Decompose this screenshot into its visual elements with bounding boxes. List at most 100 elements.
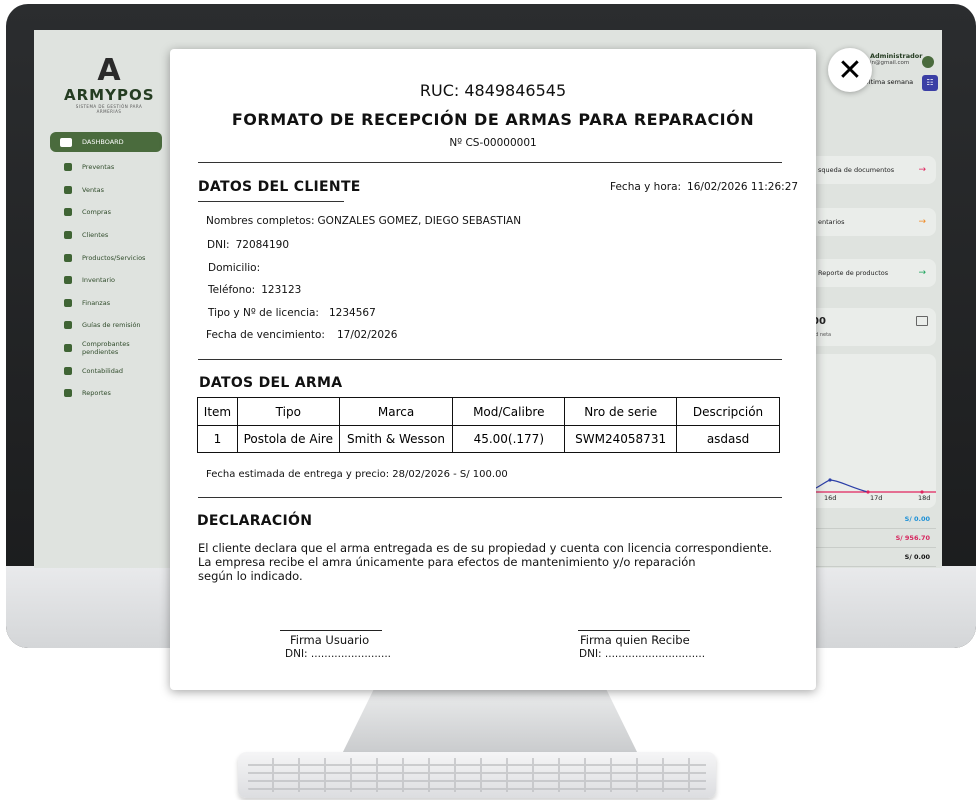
ruc: RUC: 4849846545 bbox=[419, 81, 567, 100]
datetime: Fecha y hora: 16/02/2026 11:26:27 bbox=[610, 181, 799, 193]
logo-name: ARMYPOS bbox=[64, 86, 155, 104]
client-dni-value: 72084190 bbox=[235, 239, 290, 251]
cell-serie: SWM24058731 bbox=[564, 425, 678, 453]
sidebar-item-guias[interactable]: Guías de remisión bbox=[50, 314, 162, 337]
datetime-value: 16/02/2026 11:26:27 bbox=[687, 181, 799, 193]
section-underline bbox=[198, 201, 344, 202]
sidebar-item-reportes[interactable]: Reportes bbox=[50, 382, 162, 405]
arrow-right-icon: → bbox=[918, 165, 926, 175]
client-phone-value: 123123 bbox=[261, 284, 302, 296]
column-header: Mod/Calibre bbox=[452, 397, 566, 426]
logo: A ARMYPOS SISTEMA DE GESTIÓN PARA ARMERI… bbox=[64, 56, 155, 115]
client-address: Domicilio: bbox=[208, 262, 261, 274]
divider bbox=[198, 497, 782, 498]
license-expiry: Fecha de vencimiento: 17/02/2026 bbox=[206, 329, 398, 341]
box-icon bbox=[64, 253, 72, 262]
sidebar: A ARMYPOS SISTEMA DE GESTIÓN PARA ARMERI… bbox=[34, 30, 170, 568]
declaration-title: DECLARACIÓN bbox=[197, 513, 313, 529]
quick-action-reporte-productos[interactable]: Reporte de productos → bbox=[808, 259, 936, 287]
divider bbox=[198, 162, 782, 163]
client-license: Tipo y Nº de licencia: 1234567 bbox=[208, 307, 376, 319]
client-name: Nombres completos: GONZALES GOMEZ, DIEGO … bbox=[206, 215, 522, 227]
sidebar-item-comprobantes[interactable]: Comprobantes pendientes bbox=[50, 337, 162, 360]
total-row: S/ 956.70 bbox=[808, 529, 936, 548]
client-dni: DNI: 72084190 bbox=[207, 239, 290, 251]
delivery-estimate: Fecha estimada de entrega y precio: 28/0… bbox=[206, 469, 508, 480]
sidebar-item-ventas[interactable]: Ventas bbox=[50, 179, 162, 202]
money-card: 00 ad neta bbox=[808, 308, 936, 346]
column-header: Marca bbox=[338, 397, 454, 426]
sidebar-item-productos[interactable]: Productos/Servicios bbox=[50, 246, 162, 269]
receiver-signature-label: Firma quien Recibe bbox=[580, 633, 690, 647]
x-tick: 17d bbox=[870, 494, 883, 502]
column-header: Nro de serie bbox=[564, 397, 678, 426]
user-signature-label: Firma Usuario bbox=[290, 633, 370, 647]
table-header-row: Item Tipo Marca Mod/Calibre Nro de serie… bbox=[197, 397, 780, 426]
sidebar-item-dashboard[interactable]: DASHBOARD bbox=[50, 132, 162, 152]
divider bbox=[198, 359, 782, 360]
total-row: S/ 0.00 bbox=[808, 510, 936, 529]
client-section-title: DATOS DEL CLIENTE bbox=[198, 179, 361, 195]
repair-form-modal: RUC: 4849846545 FORMATO DE RECEPCIÓN DE … bbox=[170, 49, 816, 690]
avatar[interactable] bbox=[922, 56, 934, 68]
receiver-signature-dni: DNI: .............................. bbox=[579, 648, 706, 660]
sales-chart: 16d 17d 18d bbox=[808, 354, 936, 508]
cell-marca: Smith & Wesson bbox=[338, 425, 454, 453]
weapon-table: Item Tipo Marca Mod/Calibre Nro de serie… bbox=[197, 397, 780, 453]
license-expiry-value: 17/02/2026 bbox=[336, 329, 398, 341]
quick-action-documentos[interactable]: squeda de documentos → bbox=[808, 156, 936, 184]
close-button[interactable]: ✕ bbox=[828, 48, 872, 92]
cash-icon bbox=[916, 316, 928, 326]
data-point bbox=[828, 478, 832, 482]
basket-icon bbox=[64, 208, 72, 217]
series-line-sales bbox=[808, 479, 869, 493]
column-header: Item bbox=[197, 397, 238, 426]
sidebar-item-inventario[interactable]: Inventario bbox=[50, 269, 162, 292]
arrow-right-icon: → bbox=[918, 268, 926, 278]
filter-icon[interactable]: ☷ bbox=[922, 75, 938, 91]
x-tick: 16d bbox=[824, 494, 837, 502]
signature-line bbox=[280, 630, 382, 631]
declaration-text: El cliente declara que el arma entregada… bbox=[198, 541, 773, 583]
client-name-value: GONZALES GOMEZ, DIEGO SEBASTIAN bbox=[317, 215, 522, 227]
client-license-value: 1234567 bbox=[328, 307, 376, 319]
chart-icon bbox=[64, 366, 72, 375]
keyboard bbox=[238, 752, 716, 798]
monitor-icon bbox=[60, 137, 72, 147]
user-signature-dni: DNI: ........................ bbox=[285, 648, 392, 660]
totals-list: S/ 0.00 S/ 956.70 S/ 0.00 bbox=[808, 510, 936, 567]
close-icon: ✕ bbox=[837, 52, 863, 88]
cell-descripcion: asdasd bbox=[676, 425, 780, 453]
signature-line bbox=[578, 630, 690, 631]
total-row: S/ 0.00 bbox=[808, 548, 936, 567]
sidebar-item-finanzas[interactable]: Finanzas bbox=[50, 292, 162, 315]
quick-action-inventarios[interactable]: entarios → bbox=[808, 208, 936, 236]
document-icon bbox=[64, 185, 72, 194]
document-title: FORMATO DE RECEPCIÓN DE ARMAS PARA REPAR… bbox=[231, 110, 755, 129]
sales-chart-svg bbox=[808, 478, 936, 494]
receipt-icon bbox=[64, 344, 72, 353]
logo-tagline: SISTEMA DE GESTIÓN PARA ARMERIAS bbox=[75, 104, 143, 114]
grid-icon bbox=[64, 276, 72, 285]
client-phone: Teléfono: 123123 bbox=[208, 284, 302, 296]
sidebar-item-preventas[interactable]: Preventas bbox=[50, 156, 162, 179]
document-number: Nº CS-00000001 bbox=[449, 137, 537, 149]
report-icon bbox=[64, 389, 72, 398]
column-header: Tipo bbox=[236, 397, 340, 426]
cell-calibre: 45.00(.177) bbox=[452, 425, 566, 453]
pencil-icon bbox=[64, 163, 72, 172]
truck-icon bbox=[64, 321, 72, 330]
arrow-right-icon: → bbox=[918, 217, 926, 227]
column-header: Descripción bbox=[676, 397, 780, 426]
x-tick: 18d bbox=[918, 494, 931, 502]
cell-tipo: Postola de Aire bbox=[236, 425, 340, 453]
sidebar-item-clientes[interactable]: Clientes bbox=[50, 224, 162, 247]
sidebar-nav: DASHBOARD Preventas Ventas Compras Clien… bbox=[50, 132, 162, 405]
users-icon bbox=[64, 231, 72, 240]
cell-item: 1 bbox=[197, 425, 238, 453]
period-filter[interactable]: Última semana bbox=[864, 78, 913, 86]
sidebar-item-compras[interactable]: Compras bbox=[50, 201, 162, 224]
dashboard-right-panel: Administrador in@gmail.com Última semana… bbox=[808, 30, 942, 568]
table-row: 1 Postola de Aire Smith & Wesson 45.00(.… bbox=[197, 425, 780, 453]
sidebar-item-contabilidad[interactable]: Contabilidad bbox=[50, 359, 162, 382]
